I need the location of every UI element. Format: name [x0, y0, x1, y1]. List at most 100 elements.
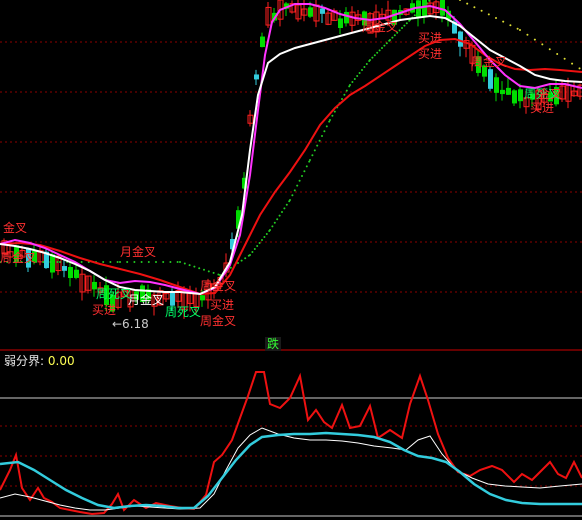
annotation-label: 周死叉 [165, 305, 201, 319]
ma-dot [265, 233, 268, 235]
ma-dot [401, 27, 403, 29]
ma-dot [80, 261, 83, 263]
ma-dot [273, 221, 276, 224]
ma-dot [318, 139, 321, 142]
candle-body [308, 7, 313, 17]
ma-dot [383, 44, 386, 47]
ma-dot [466, 2, 469, 5]
ma-dot [278, 214, 281, 217]
ma-dot [119, 261, 121, 263]
ma-dot [276, 218, 279, 221]
ma-dot [378, 49, 381, 52]
candle-body [488, 69, 493, 89]
ma-dot [109, 261, 112, 263]
ma-dot [147, 261, 150, 263]
ma-dot [376, 51, 379, 54]
annotation-label: 周金叉 [200, 313, 236, 328]
annotation-label: 周金叉 [471, 54, 507, 69]
ma-dot [369, 59, 371, 61]
candle-body [440, 0, 445, 16]
candle-body [512, 90, 517, 104]
ma-dot [269, 229, 271, 231]
ma-dot [389, 39, 391, 41]
chart-canvas: 周金叉 买进 周金叉 金叉 月金叉 周金叉 月金叉 周死叉 周金叉 买进 周金叉… [0, 0, 582, 517]
ma-dot [341, 98, 343, 100]
annotation-label: 买进 [210, 298, 234, 312]
ma-dot [313, 149, 316, 152]
ma-dot [251, 251, 254, 253]
ma-dot [116, 261, 119, 263]
candle-body [518, 89, 523, 102]
annotation-label: 金叉 [3, 220, 27, 235]
ma-dot [548, 48, 551, 51]
ma-red-line [0, 37, 582, 296]
main-grid [0, 41, 582, 487]
candle-body [416, 0, 421, 18]
candle-body [62, 266, 67, 271]
ma-dot [311, 154, 314, 157]
annotation-label: 金叉 [538, 86, 562, 101]
ma-dot [102, 261, 105, 263]
candle-body [74, 269, 79, 278]
candle-body [344, 11, 349, 24]
ma-dot [487, 13, 490, 16]
ma-dot [403, 24, 406, 27]
ma-dot [333, 110, 336, 113]
ma-dot [321, 135, 323, 137]
ma-dot [353, 78, 356, 80]
ma-dot [140, 261, 143, 263]
ma-dot [229, 266, 232, 269]
annotation-label: 周金叉 [0, 250, 36, 265]
candle-body [338, 18, 343, 28]
ma-dot [42, 261, 45, 263]
annotation-label: 周金叉 [200, 278, 236, 293]
ma-dot [293, 189, 296, 192]
ma-dot [391, 36, 394, 39]
annotation-label: 买进 [530, 101, 554, 115]
ma-dot [571, 62, 574, 65]
ma-dot [207, 270, 210, 273]
annotation-label: 周死叉 [96, 287, 132, 301]
ma-dot [361, 69, 363, 71]
ma-dot [556, 53, 559, 55]
ma-dot [459, 0, 461, 1]
ma-dot [283, 207, 286, 210]
ma-dot [285, 203, 288, 206]
ma-dot [578, 67, 581, 70]
ma-dot [193, 265, 196, 268]
ma-dot [253, 248, 256, 250]
ma-dot [155, 261, 157, 263]
ma-dot [381, 47, 383, 49]
ma-dot [305, 165, 308, 168]
ma-dot [256, 245, 259, 247]
ma-dot [502, 20, 505, 23]
candle-body [506, 87, 511, 95]
annotation-label: ←6.18 [112, 317, 149, 331]
annotation-label: 月金叉 [120, 244, 156, 259]
indicator-red-line [0, 371, 582, 516]
ma-dot [162, 261, 165, 263]
ma-dot [271, 225, 274, 228]
ma-dot [526, 33, 529, 36]
ma-dot [345, 89, 348, 92]
ma-dot [289, 199, 291, 201]
ma-dot [309, 159, 311, 161]
ma-dot [281, 211, 283, 213]
ma-dot [298, 179, 301, 182]
candle-body [458, 31, 463, 47]
ma-dot [363, 66, 366, 68]
signal-annotations: 周金叉 买进 周金叉 金叉 月金叉 周金叉 月金叉 周死叉 周金叉 买进 周金叉… [0, 19, 562, 331]
ma-dot [480, 9, 483, 12]
ma-dot [296, 184, 299, 187]
ma-dot [473, 6, 476, 9]
annotation-label: 月金叉 [128, 292, 164, 307]
ma-dot [343, 93, 346, 96]
ma-dot [541, 43, 544, 46]
ma-dot [398, 29, 401, 32]
signal-tab[interactable]: 跌 [265, 337, 282, 351]
annotation-label: 买进 [418, 47, 442, 61]
ma-dot [133, 261, 136, 263]
ma-dot [385, 42, 388, 45]
indicator-cyan-line [0, 431, 582, 510]
ma-dot [356, 75, 359, 77]
